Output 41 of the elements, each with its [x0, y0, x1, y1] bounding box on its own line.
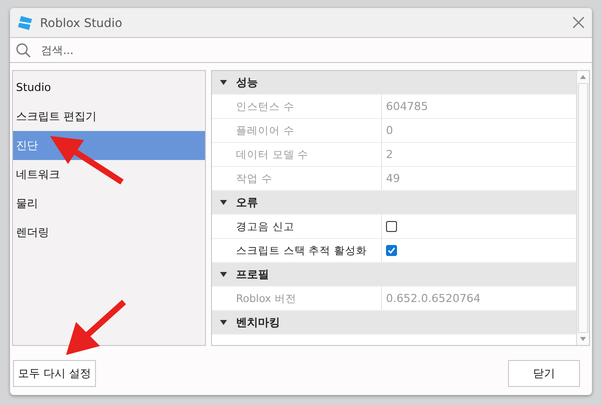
section-header[interactable]: 프로필	[212, 263, 576, 287]
property-value: 49	[386, 172, 400, 185]
category-item[interactable]: 스크립트 편집기	[13, 102, 205, 131]
section-header[interactable]: 성능	[212, 71, 576, 95]
property-name: 경고음 신고	[212, 215, 382, 238]
close-icon[interactable]	[573, 17, 584, 28]
section-title: 벤치마킹	[236, 315, 280, 330]
window-title: Roblox Studio	[40, 16, 124, 30]
expanded-triangle-icon[interactable]	[220, 320, 227, 325]
search-icon	[16, 42, 31, 58]
section-title: 프로필	[236, 267, 269, 282]
search-field[interactable]: 검색...	[39, 42, 586, 58]
property-name: 인스턴스 수	[212, 95, 382, 118]
scroll-down-icon[interactable]	[580, 337, 586, 341]
checkbox[interactable]	[386, 245, 397, 256]
property-value: 0.652.0.6520764	[386, 292, 480, 305]
property-name: 데이터 모델 수	[212, 143, 382, 166]
property-name: Roblox 버전	[212, 287, 382, 310]
expanded-triangle-icon[interactable]	[220, 200, 227, 205]
expanded-triangle-icon[interactable]	[220, 272, 227, 277]
expanded-triangle-icon[interactable]	[220, 80, 227, 85]
close-button[interactable]: 닫기	[508, 360, 580, 387]
category-item[interactable]: 렌더링	[13, 218, 205, 247]
scroll-up-icon[interactable]	[580, 75, 586, 79]
category-item[interactable]: Studio	[13, 73, 205, 102]
property-name: 스크립트 스택 추적 활성화	[212, 239, 382, 262]
section-title: 성능	[236, 75, 258, 90]
property-name: 작업 수	[212, 167, 382, 190]
reset-all-button[interactable]: 모두 다시 설정	[13, 360, 96, 387]
category-item[interactable]: 네트워크	[13, 160, 205, 189]
checkbox[interactable]	[386, 221, 397, 232]
property-value: 604785	[386, 100, 428, 113]
section-header[interactable]: 오류	[212, 191, 576, 215]
property-value: 0	[386, 124, 393, 137]
scrollbar[interactable]	[576, 71, 589, 345]
app-logo-icon	[18, 16, 32, 30]
property-value: 2	[386, 148, 393, 161]
property-name: 플레이어 수	[212, 119, 382, 142]
section-header[interactable]: 벤치마킹	[212, 311, 576, 335]
category-item[interactable]: 물리	[13, 189, 205, 218]
section-title: 오류	[236, 195, 258, 210]
